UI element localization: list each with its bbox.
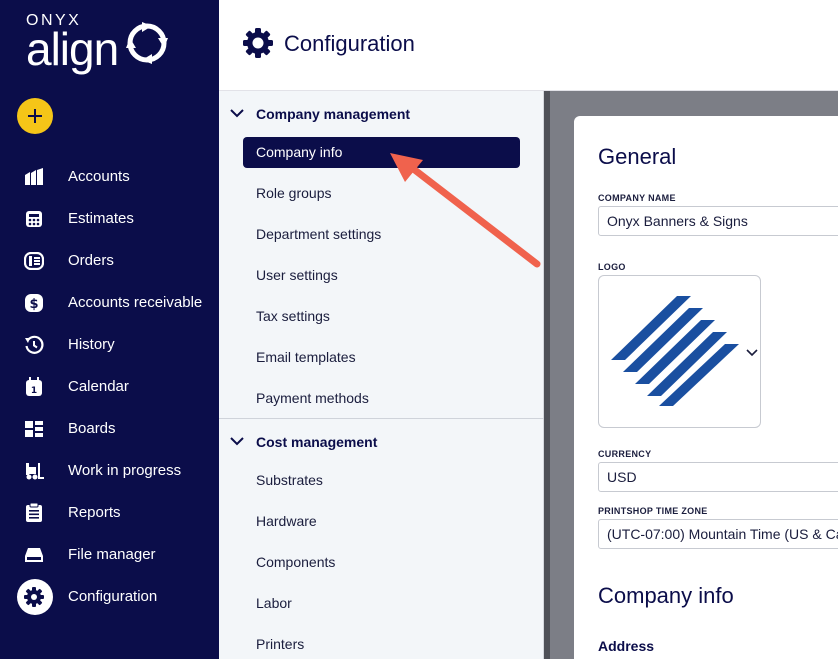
main-nav: Accounts Estimates Orders $ Accounts rec… — [0, 156, 219, 618]
subnav-item-hardware[interactable]: Hardware — [243, 506, 520, 537]
subnav-label: Email templates — [256, 349, 356, 365]
onyx-align-logo[interactable]: ONYX align — [26, 12, 176, 74]
accounts-icon — [24, 167, 44, 187]
timezone-value: (UTC-07:00) Mountain Time (US & Ca — [607, 526, 838, 542]
subnav-label: User settings — [256, 267, 338, 283]
company-info-heading: Company info — [598, 583, 734, 608]
nav-label: Calendar — [68, 378, 129, 395]
nav-item-reports[interactable]: Reports — [0, 492, 219, 534]
subnav-label: Labor — [256, 595, 292, 611]
section-company-management[interactable]: Company management — [219, 93, 544, 133]
sync-logo-icon — [126, 22, 168, 64]
currency-label: CURRENCY — [598, 449, 652, 459]
nav-item-calendar[interactable]: 1 Calendar — [0, 366, 219, 408]
subnav-label: Payment methods — [256, 390, 369, 406]
subnav-item-tax-settings[interactable]: Tax settings — [243, 301, 520, 332]
nav-item-estimates[interactable]: Estimates — [0, 198, 219, 240]
clipboard-icon — [24, 503, 44, 523]
subnav-item-labor[interactable]: Labor — [243, 588, 520, 619]
chevron-down-icon — [230, 437, 244, 446]
subnav-label: Department settings — [256, 226, 382, 242]
nav-item-accounts[interactable]: Accounts — [0, 156, 219, 198]
boards-icon — [24, 419, 44, 439]
section-label: Company management — [256, 106, 411, 122]
currency-value: USD — [607, 469, 637, 485]
sidebar: ONYX align Accounts Estimates Orders $ A… — [0, 0, 219, 659]
subnav-item-payment-methods[interactable]: Payment methods — [243, 383, 520, 414]
company-name-input[interactable]: Onyx Banners & Signs — [598, 206, 838, 236]
nav-item-boards[interactable]: Boards — [0, 408, 219, 450]
subnav-label: Tax settings — [256, 308, 330, 324]
logo-picker[interactable] — [598, 275, 761, 428]
section-divider — [219, 418, 544, 419]
nav-label: Work in progress — [68, 462, 182, 479]
nav-label: Reports — [68, 504, 121, 521]
nav-label: Orders — [68, 252, 114, 269]
orders-icon — [24, 251, 44, 271]
subnav-label: Substrates — [256, 472, 323, 488]
history-icon — [24, 335, 44, 355]
chevron-down-icon — [230, 109, 244, 118]
nav-label: History — [68, 336, 115, 353]
subnav-item-printers[interactable]: Printers — [243, 629, 520, 659]
svg-text:$: $ — [29, 297, 38, 312]
currency-select[interactable]: USD — [598, 462, 838, 492]
subnav-item-email-templates[interactable]: Email templates — [243, 342, 520, 373]
nav-item-accounts-receivable[interactable]: $ Accounts receivable — [0, 282, 219, 324]
nav-item-history[interactable]: History — [0, 324, 219, 366]
section-label: Cost management — [256, 434, 378, 450]
logo-align-text: align — [26, 23, 119, 75]
subnav-label: Company info — [256, 144, 343, 160]
calculator-icon — [24, 209, 44, 229]
page-header: Configuration — [219, 0, 838, 91]
company-name-label: COMPANY NAME — [598, 193, 676, 203]
nav-label: Estimates — [68, 210, 134, 227]
calendar-icon: 1 — [24, 377, 44, 397]
section-cost-management[interactable]: Cost management — [219, 421, 544, 461]
chevron-down-icon[interactable] — [746, 346, 758, 358]
company-name-value: Onyx Banners & Signs — [607, 213, 748, 229]
nav-item-work-in-progress[interactable]: Work in progress — [0, 450, 219, 492]
subnav-label: Role groups — [256, 185, 332, 201]
subnav-item-components[interactable]: Components — [243, 547, 520, 578]
subnav-label: Printers — [256, 636, 305, 652]
timezone-select[interactable]: (UTC-07:00) Mountain Time (US & Ca — [598, 519, 838, 549]
svg-text:1: 1 — [31, 386, 37, 396]
drive-icon — [24, 545, 44, 565]
nav-label: Accounts receivable — [68, 294, 203, 311]
subnav-label: Hardware — [256, 513, 317, 529]
gear-icon — [24, 587, 44, 607]
add-button[interactable] — [17, 98, 53, 134]
logo-label: LOGO — [598, 262, 626, 272]
subnav-label: Components — [256, 554, 336, 570]
page-title: Configuration — [284, 31, 415, 56]
company-logo-image — [611, 296, 739, 406]
dollar-icon: $ — [24, 293, 44, 313]
nav-item-orders[interactable]: Orders — [0, 240, 219, 282]
nav-label: File manager — [68, 546, 156, 563]
plus-icon — [28, 109, 42, 123]
nav-label: Accounts — [68, 168, 130, 185]
subnav-item-substrates[interactable]: Substrates — [243, 465, 520, 496]
address-label: Address — [598, 638, 655, 654]
nav-label: Boards — [68, 420, 116, 437]
timezone-label: PRINTSHOP TIME ZONE — [598, 506, 708, 516]
gear-icon — [243, 28, 273, 58]
forklift-icon — [24, 461, 44, 481]
annotation-arrow-icon — [390, 153, 541, 268]
nav-label: Configuration — [68, 588, 158, 605]
general-heading: General — [598, 144, 677, 169]
nav-item-configuration[interactable]: Configuration — [0, 576, 219, 618]
nav-item-file-manager[interactable]: File manager — [0, 534, 219, 576]
